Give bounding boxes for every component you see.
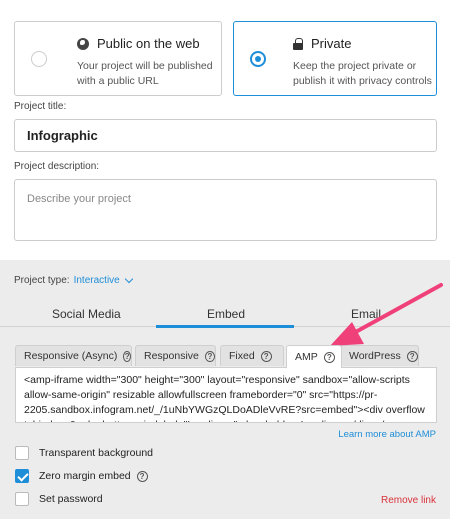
subtab-wordpress[interactable]: WordPress ? (340, 345, 419, 366)
project-type: Project type: Interactive (14, 274, 133, 286)
project-description-input[interactable]: Describe your project (14, 179, 437, 241)
help-icon[interactable]: ? (406, 350, 418, 362)
project-type-dropdown[interactable]: Interactive (74, 275, 120, 286)
lock-icon (293, 37, 303, 50)
subtab-label: WordPress (349, 350, 401, 362)
option-label: Transparent background (39, 447, 154, 459)
public-option-card[interactable]: Public on the web Your project will be p… (14, 21, 222, 96)
option-label: Zero margin embed (39, 470, 131, 482)
subtab-label: Fixed (229, 350, 255, 362)
subtab-amp[interactable]: AMP ? (286, 345, 342, 368)
tab-social-media[interactable]: Social Media (52, 307, 121, 321)
help-icon[interactable]: ? (323, 351, 335, 363)
private-option-card[interactable]: Private Keep the project private or publ… (233, 21, 437, 96)
public-option-desc: Your project will be published with a pu… (77, 60, 213, 87)
tab-embed[interactable]: Embed (207, 307, 245, 321)
subtab-responsive-async[interactable]: Responsive (Async) ? (15, 345, 132, 366)
help-icon[interactable]: ? (204, 350, 215, 362)
transparent-background-checkbox[interactable] (15, 446, 29, 460)
project-title-label: Project title: (14, 101, 67, 112)
subtab-responsive[interactable]: Responsive ? (135, 345, 216, 366)
public-option-title: Public on the web (77, 36, 200, 51)
option-transparent-background[interactable]: Transparent background (15, 446, 153, 460)
private-title-text: Private (311, 36, 352, 51)
help-icon[interactable]: ? (136, 470, 148, 482)
subtab-fixed[interactable]: Fixed ? (220, 345, 284, 366)
option-label: Set password (39, 493, 103, 505)
embed-code-textarea[interactable]: <amp-iframe width="300" height="300" lay… (15, 367, 437, 423)
project-type-label: Project type: (14, 275, 70, 286)
active-tab-indicator (156, 325, 294, 328)
help-icon[interactable]: ? (123, 350, 131, 362)
tab-email[interactable]: Email (351, 307, 381, 321)
private-option-title: Private (293, 36, 351, 51)
public-radio[interactable] (31, 51, 47, 67)
private-radio[interactable] (250, 51, 266, 67)
visibility-section: Public on the web Your project will be p… (0, 0, 450, 260)
globe-icon (77, 37, 89, 50)
zero-margin-checkbox[interactable] (15, 469, 29, 483)
subtab-label: Responsive (144, 350, 199, 362)
remove-link[interactable]: Remove link (381, 495, 436, 506)
learn-more-amp-link[interactable]: Learn more about AMP (338, 429, 436, 440)
subtab-label: AMP (295, 351, 318, 363)
chevron-down-icon[interactable] (124, 274, 133, 284)
help-icon[interactable]: ? (260, 350, 272, 362)
public-title-text: Public on the web (97, 36, 200, 51)
option-zero-margin[interactable]: Zero margin embed ? (15, 469, 148, 483)
share-tabs: Social Media Embed Email (0, 297, 450, 328)
project-title-input[interactable]: Infographic (14, 119, 437, 152)
option-set-password[interactable]: Set password (15, 492, 103, 506)
private-option-desc: Keep the project private or publish it w… (293, 60, 432, 87)
share-panel: Project type: Interactive Social Media E… (0, 260, 450, 519)
set-password-checkbox[interactable] (15, 492, 29, 506)
project-description-label: Project description: (14, 161, 100, 172)
subtab-label: Responsive (Async) (24, 350, 118, 362)
